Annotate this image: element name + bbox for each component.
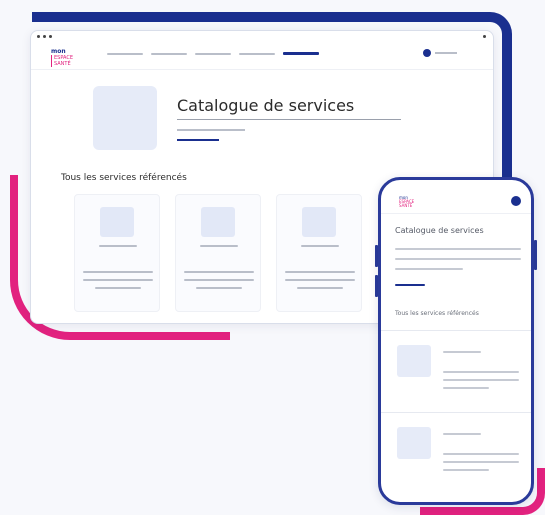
nav-item-placeholder[interactable] — [195, 53, 231, 55]
mobile-header-divider — [381, 213, 531, 214]
nav-item-placeholder[interactable] — [107, 53, 143, 55]
window-dot-icon — [49, 35, 52, 38]
service-image-placeholder — [100, 207, 134, 237]
mobile-text-placeholder — [395, 248, 521, 250]
mobile-service-text-placeholder — [443, 453, 519, 455]
mobile-phone: mon ESPACE SANTÉ Catalogue de services T… — [378, 177, 534, 505]
service-text-placeholder — [184, 279, 254, 281]
nav-item-placeholder[interactable] — [151, 53, 187, 55]
service-card[interactable] — [276, 194, 362, 312]
service-text-placeholder — [95, 287, 141, 289]
window-dots — [37, 35, 52, 38]
mobile-service-text-placeholder — [443, 371, 519, 373]
window-dot-right-icon — [483, 35, 486, 38]
service-text-placeholder — [184, 271, 254, 273]
service-title-placeholder — [301, 245, 339, 247]
mobile-service-text-placeholder — [443, 461, 519, 463]
mobile-logo-line-3: SANTÉ — [399, 203, 413, 208]
mobile-service-card[interactable] — [381, 413, 531, 493]
section-title: Tous les services référencés — [61, 173, 187, 183]
mobile-service-image-placeholder — [397, 345, 431, 377]
service-text-placeholder — [83, 279, 153, 281]
window-dot-icon — [43, 35, 46, 38]
mobile-accent-line — [395, 284, 425, 286]
service-text-placeholder — [83, 271, 153, 273]
mobile-brand-logo[interactable]: mon ESPACE SANTÉ — [399, 195, 427, 208]
mobile-text-placeholder — [395, 258, 521, 260]
logo-line-3: SANTÉ — [51, 61, 81, 67]
nav-item-placeholder[interactable] — [239, 53, 275, 55]
window-dot-icon — [37, 35, 40, 38]
page-title: Catalogue de services — [177, 96, 355, 115]
user-avatar-icon[interactable] — [423, 49, 431, 57]
mobile-section-title: Tous les services référencés — [395, 310, 479, 317]
mobile-service-text-placeholder — [443, 387, 489, 389]
mobile-service-card[interactable] — [381, 331, 531, 411]
mobile-service-title-placeholder — [443, 351, 481, 353]
service-text-placeholder — [196, 287, 242, 289]
service-image-placeholder — [201, 207, 235, 237]
hero-text-placeholder — [177, 129, 245, 131]
mobile-service-image-placeholder — [397, 427, 431, 459]
hero-underline — [177, 119, 401, 120]
service-title-placeholder — [200, 245, 238, 247]
mobile-page-title: Catalogue de services — [395, 226, 484, 235]
service-card[interactable] — [175, 194, 261, 312]
mobile-service-text-placeholder — [443, 379, 519, 381]
header-divider — [31, 69, 493, 70]
nav-item-active[interactable] — [283, 52, 319, 55]
service-title-placeholder — [99, 245, 137, 247]
service-text-placeholder — [285, 271, 355, 273]
service-text-placeholder — [297, 287, 343, 289]
mobile-text-placeholder — [395, 268, 463, 270]
phone-power-button — [534, 240, 537, 270]
brand-logo[interactable]: mon ESPACE SANTÉ — [51, 49, 81, 67]
mobile-user-avatar-icon[interactable] — [511, 196, 521, 206]
hero-image-placeholder — [93, 86, 157, 150]
service-image-placeholder — [302, 207, 336, 237]
service-card[interactable] — [74, 194, 160, 312]
mobile-service-title-placeholder — [443, 433, 481, 435]
mobile-service-text-placeholder — [443, 469, 489, 471]
hero-accent-line — [177, 139, 219, 141]
user-name-placeholder[interactable] — [435, 52, 457, 54]
service-text-placeholder — [285, 279, 355, 281]
